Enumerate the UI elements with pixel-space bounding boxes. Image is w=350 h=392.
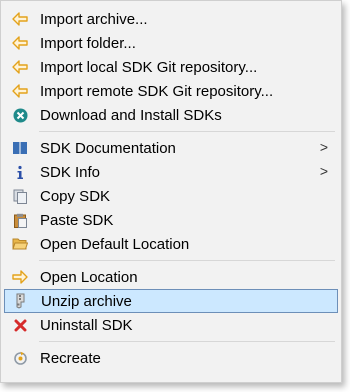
info-icon [12, 164, 28, 180]
menu-separator [39, 341, 335, 342]
menu-item-label: SDK Documentation [40, 139, 176, 157]
menu-item-label: Copy SDK [40, 187, 111, 205]
menu-item-label: Import folder... [40, 34, 136, 52]
submenu-arrow-icon: > [319, 163, 328, 179]
book-icon [12, 140, 28, 156]
menu-item-label: SDK Info [40, 163, 101, 181]
folder-open-icon [12, 236, 28, 252]
menu-item-label: Open Location [40, 268, 138, 286]
menu-item-label: Recreate [40, 349, 101, 367]
menu-item-download-install-sdks[interactable]: Download and Install SDKs [4, 103, 338, 127]
menu-item-label: Open Default Location [40, 235, 190, 253]
menu-item-import-archive[interactable]: Import archive... [4, 7, 338, 31]
menu-separator [39, 131, 335, 132]
unzip-icon [13, 293, 29, 309]
copy-icon [12, 188, 28, 204]
menu-item-paste-sdk[interactable]: Paste SDK [4, 208, 338, 232]
import-arrow-icon [12, 11, 28, 27]
menu-item-label: Download and Install SDKs [40, 106, 222, 124]
menu-item-label: Import local SDK Git repository... [40, 58, 258, 76]
menu-item-open-location[interactable]: Open Location [4, 265, 338, 289]
menu-item-label: Import archive... [40, 10, 148, 28]
menu-item-label: Uninstall SDK [40, 316, 133, 334]
menu-separator [39, 260, 335, 261]
menu-item-recreate[interactable]: Recreate [4, 346, 338, 370]
uninstall-x-icon [12, 317, 28, 333]
menu-item-label: Unzip archive [41, 292, 132, 310]
submenu-arrow-icon: > [319, 139, 328, 155]
menu-item-label: Paste SDK [40, 211, 114, 229]
menu-item-unzip-archive[interactable]: Unzip archive [4, 289, 338, 313]
menu-item-import-folder[interactable]: Import folder... [4, 31, 338, 55]
import-arrow-icon [12, 59, 28, 75]
paste-icon [12, 212, 28, 228]
menu-item-sdk-documentation[interactable]: SDK Documentation > [4, 136, 338, 160]
menu-item-uninstall-sdk[interactable]: Uninstall SDK [4, 313, 338, 337]
menu-item-sdk-info[interactable]: SDK Info > [4, 160, 338, 184]
recreate-icon [12, 350, 28, 366]
import-arrow-icon [12, 83, 28, 99]
context-menu: Import archive... Import folder... Impor… [0, 0, 342, 383]
import-arrow-icon [12, 35, 28, 51]
menu-item-open-default-location[interactable]: Open Default Location [4, 232, 338, 256]
menu-item-import-remote-git[interactable]: Import remote SDK Git repository... [4, 79, 338, 103]
download-sdk-icon [12, 107, 28, 123]
menu-item-label: Import remote SDK Git repository... [40, 82, 274, 100]
menu-item-import-local-git[interactable]: Import local SDK Git repository... [4, 55, 338, 79]
location-arrow-icon [12, 269, 28, 285]
menu-item-copy-sdk[interactable]: Copy SDK [4, 184, 338, 208]
